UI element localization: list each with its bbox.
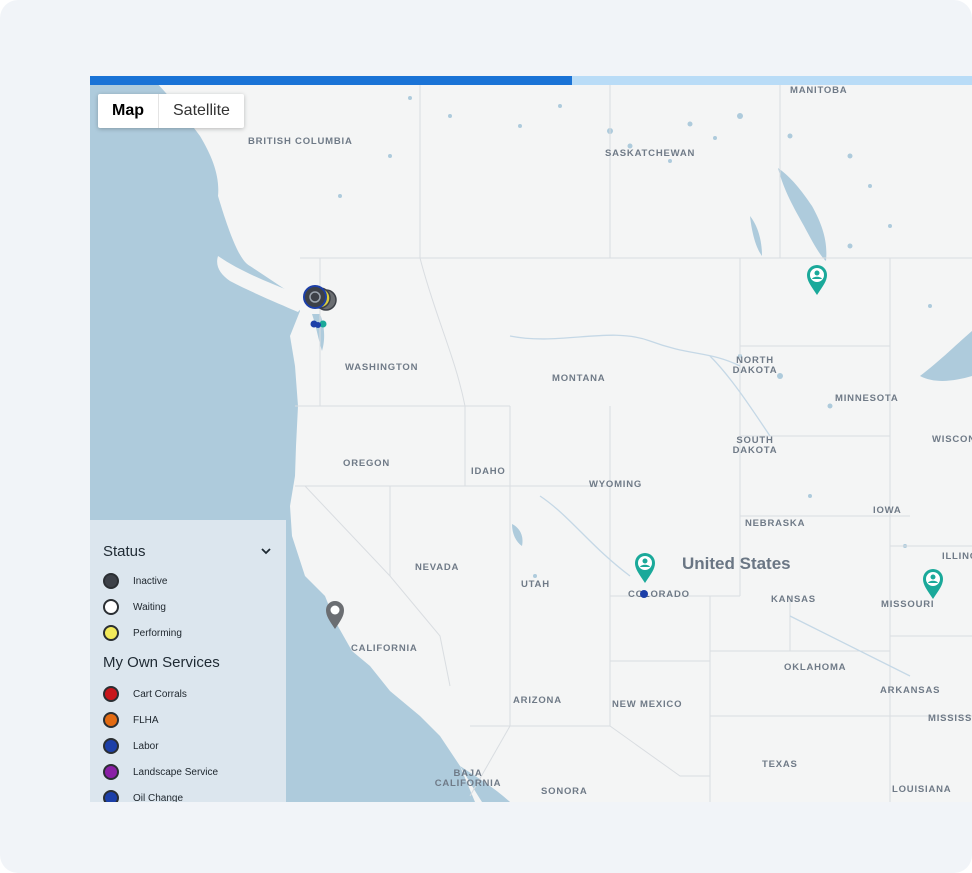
label-manitoba: MANITOBA bbox=[790, 85, 848, 96]
label-sonora: SONORA bbox=[541, 786, 588, 797]
label-minnesota: MINNESOTA bbox=[835, 393, 899, 404]
label-nevada: NEVADA bbox=[415, 562, 460, 573]
map-type-satellite-button[interactable]: Satellite bbox=[159, 94, 244, 128]
status-dot-icon bbox=[103, 599, 119, 615]
label-country: United States bbox=[682, 554, 791, 573]
label-wiscon: WISCON bbox=[932, 434, 972, 445]
service-dot-icon bbox=[103, 790, 119, 802]
label-louisiana: LOUISIANA bbox=[892, 784, 952, 795]
label-wyoming: WYOMING bbox=[589, 479, 643, 490]
label-colorado: COLORADO bbox=[628, 589, 690, 600]
label-utah: UTAH bbox=[521, 579, 550, 590]
status-dot-icon bbox=[103, 573, 119, 589]
legend-item-inactive: Inactive bbox=[103, 568, 273, 594]
legend-item-flha: FLHA bbox=[103, 707, 273, 733]
lake-winnipeg bbox=[778, 168, 827, 261]
service-dot-icon bbox=[103, 712, 119, 728]
label-baja-california: BAJA CALIFORNIA bbox=[434, 768, 502, 789]
legend-item-label: Cart Corrals bbox=[133, 688, 187, 700]
map-legend: Status Inactive Waiting Performing My Ow… bbox=[90, 520, 286, 802]
legend-item-oil-change: Oil Change bbox=[103, 785, 273, 802]
legend-item-cart-corrals: Cart Corrals bbox=[103, 681, 273, 707]
label-washington: WASHINGTON bbox=[345, 362, 419, 373]
app-frame: BRITISH COLUMBIA SASKATCHEWAN MANITOBA W… bbox=[0, 0, 972, 873]
lake-winnipegosis bbox=[750, 216, 762, 256]
label-mississ: MISSISS bbox=[928, 713, 972, 724]
label-british-columbia: BRITISH COLUMBIA bbox=[248, 136, 353, 147]
cluster-icon[interactable] bbox=[302, 282, 342, 332]
service-dot-icon bbox=[103, 764, 119, 780]
lake-superior bbox=[920, 331, 972, 381]
legend-status-header[interactable]: Status bbox=[103, 542, 273, 560]
label-south-dakota: SOUTH DAKOTA bbox=[732, 435, 778, 456]
legend-item-label: Labor bbox=[133, 740, 159, 752]
loading-progress-bar bbox=[90, 76, 972, 85]
label-nebraska: NEBRASKA bbox=[745, 518, 806, 529]
service-dot-icon bbox=[103, 686, 119, 702]
great-salt-lake bbox=[512, 524, 523, 546]
teal-pin-icon[interactable] bbox=[806, 264, 828, 296]
legend-services-title: My Own Services bbox=[103, 654, 220, 671]
legend-item-label: Waiting bbox=[133, 601, 166, 613]
chevron-down-icon[interactable] bbox=[259, 544, 273, 558]
label-texas: TEXAS bbox=[762, 759, 798, 770]
legend-item-waiting: Waiting bbox=[103, 594, 273, 620]
teal-pin-icon[interactable] bbox=[634, 552, 656, 584]
legend-item-label: Landscape Service bbox=[133, 766, 219, 778]
legend-item-labor: Labor bbox=[103, 733, 273, 759]
loading-progress-fill bbox=[90, 76, 572, 85]
legend-status-title: Status bbox=[103, 542, 146, 560]
label-saskatchewan: SASKATCHEWAN bbox=[605, 148, 696, 159]
label-new-mexico: NEW MEXICO bbox=[612, 699, 683, 710]
label-arkansas: ARKANSAS bbox=[880, 685, 941, 696]
map-type-control: Map Satellite bbox=[98, 94, 244, 128]
legend-item-label: Performing bbox=[133, 627, 182, 639]
label-oklahoma: OKLAHOMA bbox=[784, 662, 847, 673]
label-north-dakota: NORTH DAKOTA bbox=[732, 355, 778, 376]
label-california: CALIFORNIA bbox=[351, 643, 418, 654]
label-illing: ILLING bbox=[942, 551, 972, 562]
label-arizona: ARIZONA bbox=[513, 695, 562, 706]
legend-item-label: FLHA bbox=[133, 714, 159, 726]
legend-item-performing: Performing bbox=[103, 620, 273, 646]
service-dot-icon bbox=[103, 738, 119, 754]
label-oregon: OREGON bbox=[343, 458, 391, 469]
label-missouri: MISSOURI bbox=[881, 599, 935, 610]
legend-item-landscape-service: Landscape Service bbox=[103, 759, 273, 785]
map-canvas[interactable]: BRITISH COLUMBIA SASKATCHEWAN MANITOBA W… bbox=[90, 76, 972, 802]
status-dot-icon bbox=[103, 625, 119, 641]
label-kansas: KANSAS bbox=[771, 594, 816, 605]
gray-pin-icon[interactable] bbox=[325, 600, 345, 630]
label-idaho: IDAHO bbox=[471, 466, 506, 477]
label-iowa: IOWA bbox=[873, 505, 902, 516]
label-montana: MONTANA bbox=[552, 373, 606, 384]
legend-item-label: Oil Change bbox=[133, 792, 184, 803]
map-type-map-button[interactable]: Map bbox=[98, 94, 159, 128]
teal-pin-icon[interactable] bbox=[922, 568, 944, 600]
service-dot-icon[interactable] bbox=[639, 589, 649, 599]
legend-item-label: Inactive bbox=[133, 575, 168, 587]
